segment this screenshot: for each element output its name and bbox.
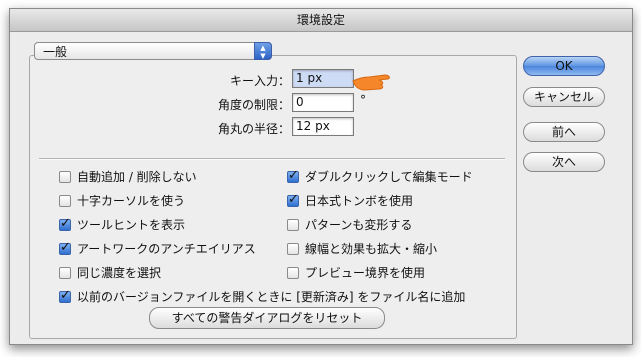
checkbox-transform-patterns[interactable]: パターンも変形する [287,216,412,233]
checkbox-box[interactable] [59,240,71,255]
pointing-hand-icon [352,74,390,91]
checkbox-append-converted-filename[interactable]: 以前のバージョンファイルを開くときに [更新済み] をファイル名に追加 [59,288,465,305]
key-input-label: キー入力： [229,74,290,88]
checkbox-label: 十字カーソルを使う [77,194,186,208]
checkbox-label: 同じ濃度を選択 [77,266,162,280]
checkbox-label: ダブルクリックして編集モード [305,170,473,184]
section-divider [39,158,505,160]
checkbox-auto-add-delete[interactable]: 自動追加 / 削除しない [59,168,197,185]
checkbox-precise-cursors[interactable]: 十字カーソルを使う [59,192,185,209]
cancel-button[interactable]: キャンセル [523,87,605,107]
previous-button[interactable]: 前へ [523,122,605,142]
checkbox-box[interactable] [59,288,71,303]
checkbox-box[interactable] [59,216,71,231]
angle-limit-field[interactable]: 0 [292,93,354,112]
checkbox-box[interactable] [287,242,299,255]
checkbox-box[interactable] [287,192,299,207]
checkbox-select-same-tint[interactable]: 同じ濃度を選択 [59,264,161,281]
checkbox-label: プレビュー境界を使用 [305,266,426,280]
angle-limit-label: 角度の制限： [217,98,290,112]
checkbox-label: 自動追加 / 削除しない [77,170,197,184]
checkbox-show-tooltips[interactable]: ツールヒントを表示 [59,216,185,233]
checkbox-label: ツールヒントを表示 [77,218,186,232]
checkbox-box[interactable] [287,168,299,183]
corner-radius-label: 角丸の半径： [217,122,290,136]
reset-all-warnings-button[interactable]: すべての警告ダイアログをリセット [149,307,385,329]
key-input-field[interactable]: 1 px [292,69,354,88]
checkbox-double-click-isolate[interactable]: ダブルクリックして編集モード [287,168,473,185]
checkbox-preview-bounds[interactable]: プレビュー境界を使用 [287,264,425,281]
checkbox-label: 日本式トンボを使用 [305,194,414,208]
degree-unit: ° [360,93,366,107]
checkbox-label: パターンも変形する [305,218,413,232]
panel-select-popup[interactable]: 一般 ▲ ▼ [34,42,272,60]
checkbox-box[interactable] [59,266,71,279]
window-title: 環境設定 [10,9,632,32]
checkbox-antialiased-artwork[interactable]: アートワークのアンチエイリアス [59,240,256,257]
checkbox-box[interactable] [59,170,71,183]
checkbox-box[interactable] [287,266,299,279]
corner-radius-field[interactable]: 12 px [292,117,354,136]
checkbox-label: 以前のバージョンファイルを開くときに [更新済み] をファイル名に追加 [77,290,466,304]
checkbox-label: 線幅と効果も拡大・縮小 [305,242,438,256]
next-button[interactable]: 次へ [523,152,605,172]
checkbox-label: アートワークのアンチエイリアス [77,242,256,256]
checkbox-scale-strokes-effects[interactable]: 線幅と効果も拡大・縮小 [287,240,437,257]
panel-select-value: 一般 [43,45,68,59]
checkbox-box[interactable] [59,194,71,207]
checkbox-japanese-crop-marks[interactable]: 日本式トンボを使用 [287,192,413,209]
updown-arrows-icon: ▲ ▼ [254,42,272,60]
ok-button[interactable]: OK [523,56,605,76]
preferences-dialog: 環境設定 一般 ▲ ▼ キー入力： 1 px 角度の制限： 0 ° 角丸の半径： … [9,8,633,345]
checkbox-box[interactable] [287,218,299,231]
